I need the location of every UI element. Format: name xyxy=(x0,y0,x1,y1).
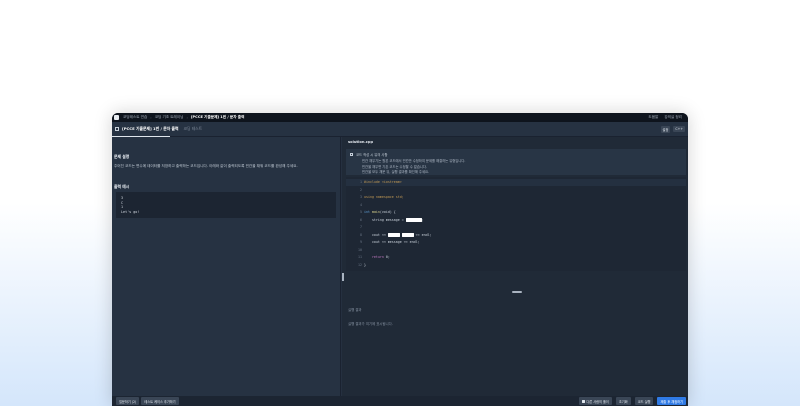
breadcrumb-current: [PCCE 기출문제] 1번 / 문자 출력 xyxy=(190,115,245,119)
panel-resize-handle[interactable] xyxy=(342,273,344,281)
code-token: cout << message << endl; xyxy=(364,240,420,244)
language-select[interactable]: C++ xyxy=(673,126,685,132)
code-text: cout << << endl; xyxy=(364,232,432,239)
code-line[interactable]: 8 cout << << endl; xyxy=(346,232,686,239)
code-token: #include <iostream> xyxy=(364,180,402,184)
output-example-box: 3 C 1 Let's go! xyxy=(116,192,336,218)
code-line[interactable]: 10 xyxy=(346,247,686,254)
code-text: cout << message << endl; xyxy=(364,239,420,246)
hint-header[interactable]: 코드 작성 시 유의 사항 xyxy=(350,152,388,157)
code-token: return xyxy=(364,255,386,259)
run-code-button[interactable]: 코드 실행 xyxy=(634,397,654,405)
setting-button[interactable]: 설정 xyxy=(660,125,671,133)
code-token: main xyxy=(371,210,380,214)
code-text: int main(void) { xyxy=(364,209,396,216)
tab-bar: [PCCE 기출문제] 1번 / 문자 출력 코딩 테스트 설정 C++ xyxy=(112,122,688,137)
code-token: 0; xyxy=(385,255,390,259)
code-token: int xyxy=(364,210,372,214)
code-token: cout << xyxy=(364,232,388,237)
hint-line: 빈칸을 채우면 기존 코드는 수정할 수 없습니다. xyxy=(362,164,427,169)
result-body: 실행 결과가 여기에 표시됩니다. xyxy=(348,322,393,326)
problem-panel: 문제 설명 주어진 코드는 변수에 데이터를 저장하고 출력하는 코드입니다. … xyxy=(112,137,341,396)
blank-input[interactable] xyxy=(405,217,422,222)
bottom-toolbar: 질문하기 (2) 테스트 케이스 추가하기 다른 사람의 풀이 초기화 코드 실… xyxy=(112,396,688,406)
result-resize-handle[interactable] xyxy=(512,291,522,293)
help-link[interactable]: 도움말 xyxy=(648,115,658,120)
hint-line: 빈칸을 모두 채운 뒤, 실행 결과를 확인해 주세요. xyxy=(362,170,430,174)
breadcrumb-1[interactable]: 코딩테스트 연습 xyxy=(123,115,147,120)
code-line[interactable]: 12} xyxy=(346,262,686,269)
problem-icon xyxy=(115,127,119,131)
code-token: (void) { xyxy=(379,210,396,214)
classroom-link[interactable]: 강의실 정리 xyxy=(664,115,682,120)
editor-panel: solution.cpp 코드 작성 시 유의 사항 빈칸 채우기는 원본 코드… xyxy=(342,137,688,396)
code-token: } xyxy=(364,262,366,267)
problem-description: 주어진 코드는 변수에 데이터를 저장하고 출력하는 코드입니다. 아래와 같이… xyxy=(114,164,298,168)
breadcrumb-sep-icon: › xyxy=(150,115,152,120)
output-line: Let's go! xyxy=(121,209,140,214)
code-text: #include <iostream> xyxy=(364,179,402,186)
line-number: 2 xyxy=(360,187,362,192)
add-testcase-button[interactable]: 테스트 케이스 추가하기 xyxy=(141,397,179,405)
code-line[interactable]: 3 using namespace std; xyxy=(346,194,686,201)
code-line[interactable]: 6 string message = ; xyxy=(346,217,686,224)
code-text: } xyxy=(364,262,366,269)
line-number: 11 xyxy=(358,255,362,259)
line-number: 9 xyxy=(360,240,362,244)
code-text: return 0; xyxy=(364,254,390,261)
code-line[interactable]: 2 xyxy=(346,187,686,194)
code-line[interactable]: 11 return 0; xyxy=(346,254,686,261)
code-token: << endl; xyxy=(413,232,432,237)
output-example-title: 출력 예시 xyxy=(114,184,130,189)
blank-input[interactable] xyxy=(401,232,414,237)
file-name: solution.cpp xyxy=(348,140,374,144)
tab-subtitle[interactable]: 코딩 테스트 xyxy=(184,126,203,132)
code-text: using namespace std; xyxy=(364,194,404,201)
tab-problem[interactable]: [PCCE 기출문제] 1번 / 문자 출력 xyxy=(122,126,179,132)
others-solution-label: 다른 사람의 풀이 xyxy=(586,399,609,404)
line-number: 12 xyxy=(358,262,362,267)
line-number: 5 xyxy=(360,210,362,214)
app-window: 코딩테스트 연습 › 코딩 기초 트레이닝 › [PCCE 기출문제] 1번 /… xyxy=(112,113,688,406)
checkbox-icon[interactable] xyxy=(350,153,353,156)
hint-title: 코드 작성 시 유의 사항 xyxy=(356,153,388,157)
code-editor[interactable]: 1 #include <iostream> 2 3 using namespace st… xyxy=(346,177,686,271)
reset-button[interactable]: 초기화 xyxy=(615,397,631,405)
ask-question-button[interactable]: 질문하기 (2) xyxy=(116,397,140,405)
line-number: 6 xyxy=(360,217,362,222)
code-line[interactable]: 9 cout << message << endl; xyxy=(346,239,686,246)
code-text: string message = ; xyxy=(364,217,424,224)
blank-input[interactable] xyxy=(387,232,400,237)
code-line[interactable]: 4 xyxy=(346,202,686,209)
line-number: 8 xyxy=(360,232,362,237)
hint-line: 빈칸 채우기는 원본 코드에서 빈칸만 수정하여 문제를 해결하는 유형입니다. xyxy=(362,159,466,163)
book-icon xyxy=(581,400,585,403)
line-number: 1 xyxy=(360,180,362,184)
logo-icon[interactable] xyxy=(114,115,119,120)
code-token: ; xyxy=(421,217,424,222)
others-solution-button[interactable]: 다른 사람의 풀이 xyxy=(578,397,612,405)
code-line[interactable]: 5 int main(void) { xyxy=(346,209,686,216)
code-line[interactable]: 7 xyxy=(346,224,686,231)
code-token: using namespace std; xyxy=(364,195,404,199)
line-number: 7 xyxy=(360,225,362,229)
line-number: 3 xyxy=(360,195,362,199)
problem-description-title: 문제 설명 xyxy=(114,154,130,159)
breadcrumb-2[interactable]: 코딩 기초 트레이닝 xyxy=(155,115,184,120)
code-token: string message = xyxy=(364,217,406,222)
top-nav: 코딩테스트 연습 › 코딩 기초 트레이닝 › [PCCE 기출문제] 1번 /… xyxy=(112,113,688,122)
hint-box: 코드 작성 시 유의 사항 빈칸 채우기는 원본 코드에서 빈칸만 수정하여 문… xyxy=(346,149,686,175)
line-number: 10 xyxy=(358,247,362,252)
code-line[interactable]: 1 #include <iostream> xyxy=(346,179,686,186)
line-number: 4 xyxy=(360,202,362,207)
result-title: 실행 결과 xyxy=(348,308,362,312)
breadcrumb-sep-icon: › xyxy=(186,115,188,120)
submit-button[interactable]: 제출 후 채점하기 xyxy=(657,397,686,405)
